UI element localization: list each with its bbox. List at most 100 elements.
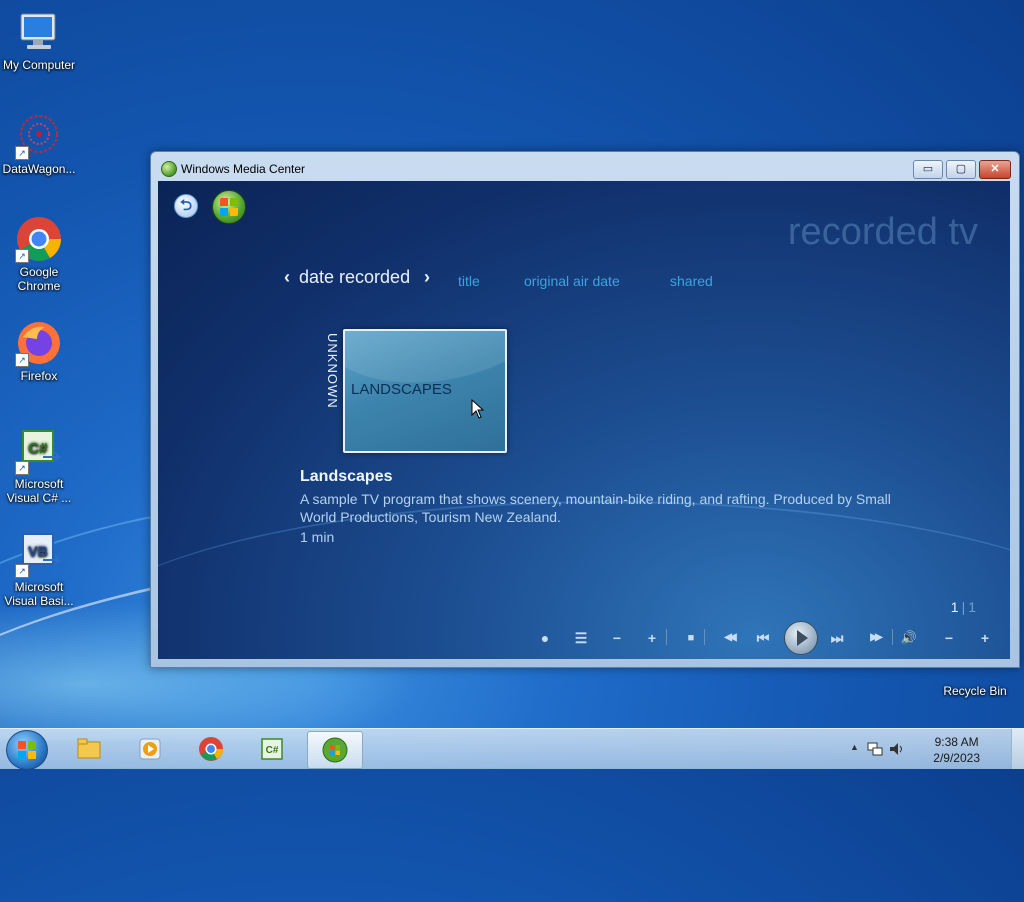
channel-down-button[interactable]: − (606, 627, 628, 649)
program-description: A sample TV program that shows scenery, … (300, 491, 891, 525)
play-button[interactable] (784, 621, 818, 655)
maximize-button[interactable]: ▢ (946, 160, 976, 179)
stop-button[interactable]: ■ (680, 627, 702, 649)
back-arrow-icon: ⮌ (179, 197, 192, 214)
desktop-icon-visual-basic[interactable]: VB ↗ Microsoft Visual Basi... (1, 530, 77, 608)
page-current: 1 (950, 599, 959, 615)
computer-icon (15, 8, 63, 56)
media-center-window: Windows Media Center ▭ ▢ ✕ ⮌ recorded tv… (150, 151, 1020, 668)
tab-prev-arrow[interactable]: ‹ (284, 267, 290, 288)
desktop-icon-recycle-bin[interactable]: Recycle Bin (937, 668, 1013, 698)
tab-title[interactable]: title (458, 273, 480, 289)
desktop-icon-label: DataWagon... (2, 162, 76, 176)
window-title: Windows Media Center (181, 162, 306, 176)
close-button[interactable]: ✕ (979, 160, 1011, 179)
tab-shared[interactable]: shared (670, 273, 713, 289)
fast-forward-button[interactable]: ▶▶ (860, 627, 890, 649)
taskbar-media-center[interactable] (307, 731, 363, 769)
desktop-icon-label: My Computer (2, 58, 76, 72)
transport-divider (666, 629, 667, 645)
taskbar-explorer[interactable] (62, 731, 116, 767)
record-button[interactable]: ● (534, 627, 556, 649)
volume-icon[interactable] (888, 740, 906, 758)
show-hidden-icons-button[interactable]: ▲ (850, 742, 859, 752)
taskbar-visual-csharp[interactable]: C# (245, 731, 299, 767)
start-button[interactable] (6, 730, 48, 770)
volume-down-button[interactable]: − (938, 627, 960, 649)
shortcut-arrow-icon: ↗ (15, 461, 29, 475)
clock-time: 9:38 AM (934, 735, 979, 749)
page-total: 1 (968, 599, 976, 615)
mute-button[interactable]: 🔊 (898, 627, 920, 649)
desktop-icon-label: Google Chrome (17, 265, 61, 293)
shortcut-arrow-icon: ↗ (15, 146, 29, 160)
system-clock[interactable]: 9:38 AM 2/9/2023 (933, 734, 980, 766)
shortcut-arrow-icon: ↗ (15, 249, 29, 263)
svg-text:C#: C# (266, 745, 279, 756)
mouse-cursor-icon (471, 399, 485, 419)
recycle-bin-icon (951, 668, 999, 682)
transport-divider (704, 629, 705, 645)
tab-original-air-date[interactable]: original air date (524, 273, 620, 289)
page-indicator: 1 | 1 (951, 599, 976, 615)
rewind-button[interactable]: ◀◀ (714, 627, 744, 649)
desktop-icon-chrome[interactable]: ↗ Google Chrome (1, 215, 77, 293)
desktop-icon-label: Firefox (20, 369, 58, 383)
minimize-button[interactable]: ▭ (913, 160, 943, 179)
windows-logo-part (230, 198, 238, 206)
windows-logo-part (220, 208, 228, 216)
visual-csharp-icon: C# (261, 738, 283, 760)
transport-controls: ● ☰ − + ■ ◀◀ ⏮ ⏭ ▶▶ 🔊 − + (534, 621, 994, 655)
desktop-icon-firefox[interactable]: ↗ Firefox (1, 319, 77, 383)
section-title: recorded tv (787, 211, 978, 253)
desktop-icon-visual-csharp[interactable]: C# ↗ Microsoft Visual C# ... (1, 427, 77, 505)
windows-logo-icon (18, 741, 36, 759)
shortcut-arrow-icon: ↗ (15, 564, 29, 578)
channel-up-button[interactable]: + (641, 627, 663, 649)
recording-tile[interactable]: LANDSCAPES (343, 329, 507, 453)
media-center-app-icon (161, 161, 177, 177)
media-center-start-button[interactable] (212, 190, 246, 224)
tile-title: LANDSCAPES (351, 381, 452, 398)
desktop-icon-my-computer[interactable]: My Computer (1, 8, 77, 72)
media-player-icon (139, 738, 161, 760)
windows-logo-part (230, 208, 238, 216)
volume-up-button[interactable]: + (974, 627, 996, 649)
clock-date: 2/9/2023 (933, 751, 980, 765)
visual-csharp-icon: C# ↗ (15, 427, 63, 475)
svg-text:C#: C# (28, 440, 48, 457)
windows-logo-icon (220, 198, 228, 206)
firefox-icon: ↗ (15, 319, 63, 367)
program-title: Landscapes (300, 468, 393, 485)
chrome-icon: ↗ (15, 215, 63, 263)
taskbar-media-player[interactable] (123, 731, 177, 767)
svg-text:VB: VB (28, 543, 47, 559)
taskbar: C# ▲ 9:38 AM 2/9/2023 (0, 728, 1024, 770)
media-center-icon (322, 737, 348, 763)
desktop-icon-label: Microsoft Visual C# ... (6, 477, 72, 505)
network-icon[interactable] (866, 740, 884, 758)
guide-button[interactable]: ☰ (570, 627, 592, 649)
skip-forward-button[interactable]: ⏭ (826, 627, 848, 649)
datawagon-icon: ↗ (15, 112, 63, 160)
folder-icon (77, 738, 101, 759)
tab-date-recorded[interactable]: date recorded (299, 267, 410, 288)
back-button[interactable]: ⮌ (174, 194, 198, 218)
skip-back-button[interactable]: ⏮ (752, 627, 774, 649)
visual-basic-icon: VB ↗ (15, 530, 63, 578)
system-tray: ▲ 9:38 AM 2/9/2023 (844, 729, 1024, 769)
tab-next-arrow[interactable]: › (424, 267, 430, 288)
shortcut-arrow-icon: ↗ (15, 353, 29, 367)
title-bar[interactable]: Windows Media Center ▭ ▢ ✕ (151, 152, 1019, 182)
page-separator: | (961, 599, 966, 615)
desktop-icon-label: Microsoft Visual Basi... (4, 580, 74, 608)
desktop-icon-label: Recycle Bin (943, 684, 1007, 698)
chrome-icon (199, 737, 223, 761)
taskbar-chrome[interactable] (184, 731, 238, 767)
desktop-icon-datawagon[interactable]: ↗ DataWagon... (1, 112, 77, 176)
media-center-content: ⮌ recorded tv ‹ date recorded › title or… (158, 181, 1010, 659)
show-desktop-button[interactable] (1011, 729, 1024, 769)
program-duration: 1 min (300, 529, 335, 545)
transport-divider (892, 629, 893, 645)
group-label: UNKNOWN (325, 333, 340, 409)
